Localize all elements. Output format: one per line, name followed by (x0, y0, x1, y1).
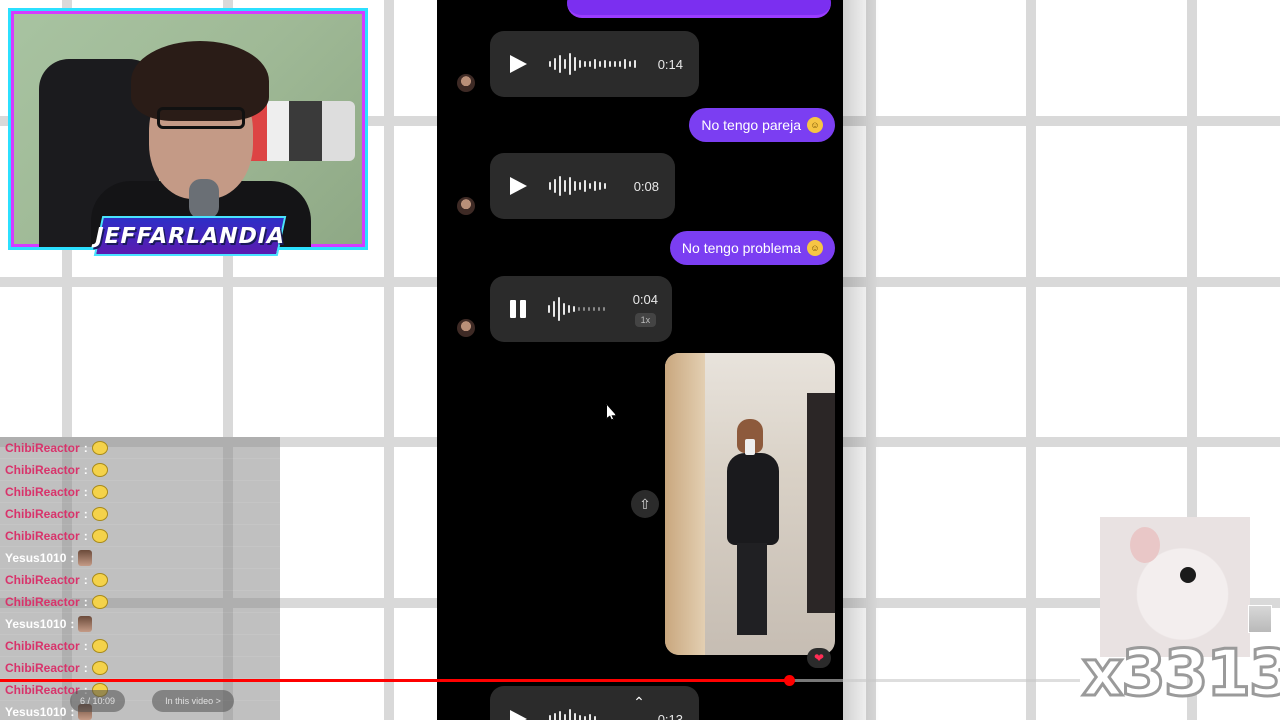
chat-message: ChibiReactor: (0, 503, 280, 525)
chat-message: ChibiReactor: (0, 635, 280, 657)
emoji-sticker-icon (91, 484, 108, 499)
chat-message: ChibiReactor: (0, 657, 280, 679)
voice-duration: 0:08 (633, 178, 659, 194)
chat-username: ChibiReactor (5, 462, 80, 477)
emoji-sticker-icon (91, 638, 108, 653)
voice-duration: 0:14 (657, 56, 683, 72)
chat-username: ChibiReactor (5, 572, 80, 587)
chat-username: ChibiReactor (5, 594, 80, 609)
voice-message[interactable]: 0:08 (490, 153, 675, 219)
chat-username: ChibiReactor (5, 528, 80, 543)
voice-message-playing[interactable]: 0:04 1x (490, 276, 672, 342)
voice-duration: 0:04 (632, 291, 658, 307)
waveform (549, 704, 596, 720)
sent-message: No tengo pareja ☺ (689, 108, 835, 142)
grid-line (1026, 0, 1036, 720)
mini-avatar (1248, 605, 1272, 633)
sent-message: No tengo problema ☺ (669, 231, 835, 265)
chat-separator: : (70, 550, 75, 565)
emoji-sticker-icon (91, 506, 108, 521)
emoji-sticker-icon (91, 528, 108, 543)
video-progress-bar[interactable] (0, 675, 1080, 686)
live-chat-overlay: ChibiReactor: ChibiReactor: ChibiReactor: C… (0, 437, 280, 720)
chat-message: ChibiReactor: (0, 679, 280, 701)
chat-separator: : (70, 616, 75, 631)
voice-message[interactable]: 0:13 (490, 686, 699, 720)
emoji-sticker-icon (91, 462, 108, 477)
face-sticker-icon (78, 615, 93, 632)
chat-username: ChibiReactor (5, 660, 80, 675)
contact-avatar (457, 319, 475, 337)
chat-username: Yesus1010 (5, 550, 67, 565)
chat-username: ChibiReactor (5, 484, 80, 499)
play-icon[interactable] (510, 710, 527, 720)
chat-separator: : (83, 506, 88, 521)
voice-message[interactable]: 0:14 (490, 31, 699, 97)
message-text: No tengo pareja (701, 117, 801, 133)
chevron-up-icon[interactable]: ⌃ (625, 690, 653, 714)
chat-shadow (843, 0, 879, 720)
chat-separator: : (83, 528, 88, 543)
chat-message: ChibiReactor: (0, 591, 280, 613)
chat-username: ChibiReactor (5, 638, 80, 653)
chat-message: Yesus1010: (0, 701, 280, 720)
chat-username: Yesus1010 (5, 616, 67, 631)
smile-emoji-icon: ☺ (807, 117, 823, 133)
smile-emoji-icon: ☺ (807, 240, 823, 256)
waveform (549, 171, 606, 201)
streamer-logo: JEFFARLANDIA (92, 216, 288, 256)
chat-separator: : (83, 572, 88, 587)
emoji-sticker-icon (91, 594, 108, 609)
waveform (549, 49, 636, 79)
photo-message[interactable] (665, 353, 835, 655)
video-progress-fill (0, 679, 790, 682)
microphone-icon (189, 179, 219, 219)
streamer-logo-text: JEFFARLANDIA (92, 223, 288, 249)
chat-message: Yesus1010: (0, 613, 280, 635)
chat-message: ChibiReactor: (0, 481, 280, 503)
chat-username: Yesus1010 (5, 704, 67, 719)
chat-separator: : (83, 462, 88, 477)
voice-duration: 0:13 (657, 711, 683, 720)
webcam-overlay (8, 8, 368, 250)
heart-reaction-icon: ❤ (807, 648, 831, 668)
chat-screen: 0:14 No tengo pareja ☺ 0:08 No tengo pro… (437, 0, 843, 720)
emoji-sticker-icon (91, 660, 108, 675)
waveform (548, 294, 605, 324)
chat-username: ChibiReactor (5, 506, 80, 521)
chat-separator: : (83, 440, 88, 455)
emoji-sticker-icon (91, 440, 108, 455)
grid-line (384, 0, 394, 720)
previous-message-bubble (567, 0, 831, 18)
chat-message: ChibiReactor: (0, 437, 280, 459)
video-time: 6 / 10:09 (70, 690, 126, 712)
chat-message-list: ChibiReactor: ChibiReactor: ChibiReactor: C… (0, 437, 280, 720)
contact-avatar (457, 74, 475, 92)
chat-username: ChibiReactor (5, 682, 80, 697)
message-text: No tengo problema (681, 240, 801, 256)
chat-message: ChibiReactor: (0, 525, 280, 547)
combo-counter: x3313 (1081, 636, 1280, 713)
pause-icon[interactable] (510, 300, 526, 318)
chat-separator: : (83, 484, 88, 499)
share-icon[interactable]: ⇧ (631, 490, 659, 518)
playback-speed-button[interactable]: 1x (634, 312, 657, 327)
chat-message: Yesus1010: (0, 547, 280, 569)
emoji-sticker-icon (91, 572, 108, 587)
play-icon[interactable] (510, 55, 527, 73)
chat-message: ChibiReactor: (0, 459, 280, 481)
chat-message: ChibiReactor: (0, 569, 280, 591)
play-icon[interactable] (510, 177, 527, 195)
contact-avatar (457, 197, 475, 215)
face-sticker-icon (78, 549, 93, 566)
chapter-button[interactable]: In this video > (152, 690, 234, 712)
chat-separator: : (83, 660, 88, 675)
chat-username: ChibiReactor (5, 440, 80, 455)
chat-separator: : (83, 638, 88, 653)
chat-separator: : (83, 594, 88, 609)
